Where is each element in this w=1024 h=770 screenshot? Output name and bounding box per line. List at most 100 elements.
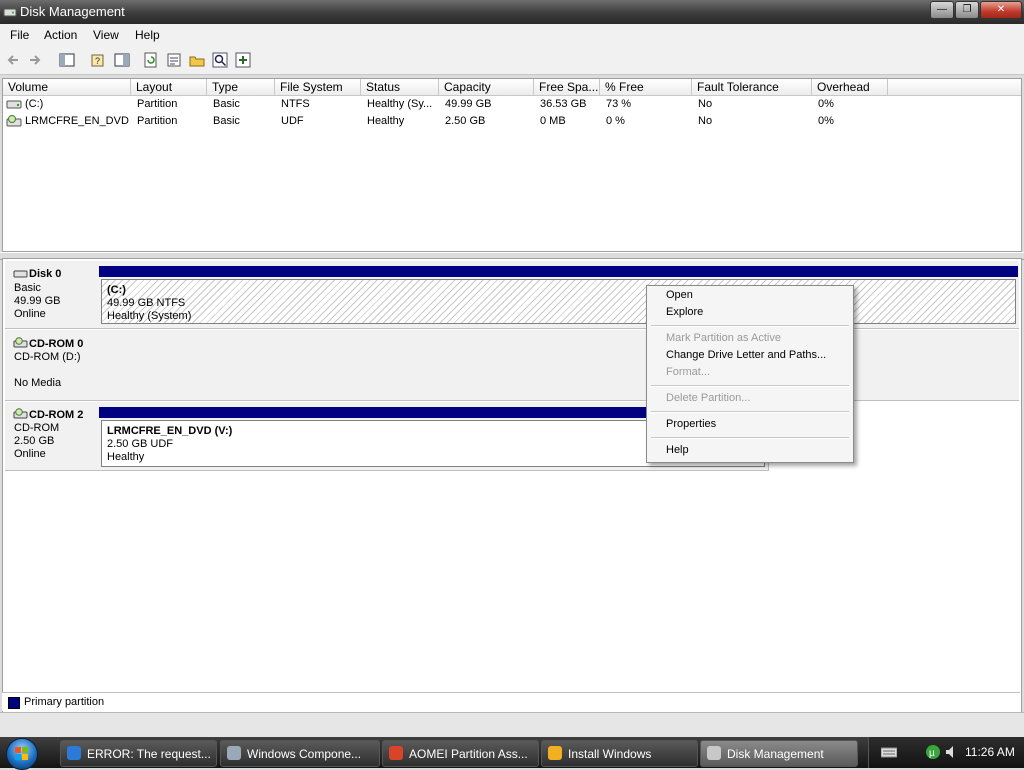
refresh-icon[interactable] <box>143 52 159 68</box>
disk-status: No Media <box>14 377 62 389</box>
status-bar <box>0 712 1024 737</box>
partition-size: 2.50 GB UDF <box>107 438 174 450</box>
menu-item-open[interactable]: Open <box>666 289 693 301</box>
menu-view[interactable]: View <box>93 28 119 42</box>
menu-action[interactable]: Action <box>44 28 77 42</box>
partition-status: Healthy (System) <box>107 310 192 322</box>
menu-item-mark-partition-active: Mark Partition as Active <box>666 332 781 344</box>
window-title: Disk Management <box>20 4 125 19</box>
context-menu: Open Explore Mark Partition as Active Ch… <box>646 285 854 463</box>
column-header-type[interactable]: Type <box>207 79 275 96</box>
column-header-fault-tolerance[interactable]: Fault Tolerance <box>692 79 812 96</box>
partition-label: (C:) <box>107 284 126 296</box>
taskbar-item-windows-components[interactable]: Windows Compone... <box>220 740 380 767</box>
clock[interactable]: 11:26 AM <box>965 745 1015 759</box>
back-arrow-icon[interactable] <box>5 52 21 68</box>
menu-item-help[interactable]: Help <box>666 444 689 456</box>
disk-management-icon <box>3 8 17 17</box>
settings-icon[interactable] <box>235 52 251 68</box>
minimize-icon: — <box>937 4 947 15</box>
cell-percent-free: 73 % <box>606 98 632 110</box>
show-pane-icon[interactable] <box>114 52 130 68</box>
open-folder-icon[interactable] <box>189 52 205 68</box>
disk-status: Online <box>14 308 46 320</box>
volume-icon[interactable] <box>945 744 959 760</box>
column-header-layout[interactable]: Layout <box>131 79 207 96</box>
ie-icon <box>67 746 81 760</box>
table-row[interactable]: LRMCFRE_EN_DVD ... Partition Basic UDF H… <box>3 114 1021 130</box>
search-icon[interactable] <box>212 52 228 68</box>
properties-icon[interactable] <box>166 52 182 68</box>
disk-label-cd-rom-2[interactable]: CD-ROM 2 CD-ROM 2.50 GB Online <box>5 402 97 471</box>
menu-separator <box>651 325 849 327</box>
column-header-status[interactable]: Status <box>361 79 439 96</box>
disk-row-cd-rom-0 <box>96 330 1019 401</box>
disk-name: Disk 0 <box>29 268 62 280</box>
taskbar-item-label: AOMEI Partition Ass... <box>409 747 528 761</box>
keyboard-icon[interactable] <box>881 746 897 758</box>
menu-file[interactable]: File <box>10 28 29 42</box>
forward-arrow-icon[interactable] <box>27 52 43 68</box>
restore-button[interactable]: ❐ <box>955 1 979 19</box>
disk-type: Basic <box>14 282 41 294</box>
windows-logo-icon <box>15 747 28 760</box>
system-tray: µ 11:26 AM <box>868 737 1024 768</box>
cell-type: Basic <box>213 98 240 110</box>
menu-item-change-drive-letter[interactable]: Change Drive Letter and Paths... <box>666 349 826 361</box>
column-header-percent-free[interactable]: % Free <box>600 79 692 96</box>
column-header-file-system[interactable]: File System <box>275 79 361 96</box>
cell-volume: LRMCFRE_EN_DVD ... <box>25 115 129 127</box>
disk-pane: Disk 0 Basic 49.99 GB Online (C:) 49.99 … <box>2 258 1022 714</box>
partition-status: Healthy <box>107 451 145 463</box>
start-button[interactable] <box>6 738 38 770</box>
taskbar-item-label: Windows Compone... <box>247 747 362 761</box>
windows-install-icon <box>548 746 562 760</box>
menu-separator <box>651 385 849 387</box>
help-topic-icon[interactable]: ? <box>90 52 106 68</box>
column-header-free-space[interactable]: Free Spa... <box>534 79 600 96</box>
taskbar-item-install-windows[interactable]: Install Windows <box>541 740 698 767</box>
cell-free-space: 0 MB <box>540 115 566 127</box>
taskbar-item-label: Disk Management <box>727 747 824 761</box>
menu-bar: File Action View Help <box>0 24 1024 46</box>
menu-separator <box>651 411 849 413</box>
column-header-capacity[interactable]: Capacity <box>439 79 534 96</box>
cell-overhead: 0% <box>818 115 834 127</box>
utorrent-icon[interactable]: µ <box>925 744 941 760</box>
menu-item-properties[interactable]: Properties <box>666 418 716 430</box>
column-header-filler <box>888 79 1021 96</box>
cd-drive-icon <box>6 115 22 127</box>
disk-label-cd-rom-0[interactable]: CD-ROM 0 CD-ROM (D:) No Media <box>5 330 97 401</box>
hard-disk-icon <box>13 270 28 278</box>
title-bar: Disk Management — ❐ ✕ <box>0 0 1024 24</box>
disk-label-disk-0[interactable]: Disk 0 Basic 49.99 GB Online <box>5 261 97 329</box>
cell-capacity: 49.99 GB <box>445 98 492 110</box>
disk-status: Online <box>14 448 46 460</box>
legend: Primary partition <box>2 692 1020 711</box>
console-tree-icon[interactable] <box>59 52 75 68</box>
menu-item-delete-partition: Delete Partition... <box>666 392 751 404</box>
column-header-overhead[interactable]: Overhead <box>812 79 888 96</box>
disk-name: CD-ROM 2 <box>29 409 84 421</box>
svg-text:µ: µ <box>929 748 935 759</box>
taskbar-item-aomei[interactable]: AOMEI Partition Ass... <box>382 740 539 767</box>
table-row[interactable]: (C:) Partition Basic NTFS Healthy (Sy...… <box>3 97 1021 113</box>
legend-label: Primary partition <box>24 696 105 708</box>
cell-overhead: 0% <box>818 98 834 110</box>
minimize-button[interactable]: — <box>930 1 954 19</box>
menu-help[interactable]: Help <box>135 28 160 42</box>
primary-partition-bar <box>99 266 1018 277</box>
cell-status: Healthy (Sy... <box>367 98 433 110</box>
taskbar-item-label: Install Windows <box>568 747 652 761</box>
partition-c[interactable]: (C:) 49.99 GB NTFS Healthy (System) <box>101 279 1016 324</box>
close-button[interactable]: ✕ <box>980 1 1022 19</box>
taskbar-item-disk-management[interactable]: Disk Management <box>700 740 858 767</box>
disk-type: CD-ROM <box>14 422 60 434</box>
disk-name: CD-ROM 0 <box>29 338 84 350</box>
toolbar: ? <box>0 46 1024 75</box>
cell-free-space: 36.53 GB <box>540 98 587 110</box>
disk-management-icon <box>707 746 721 760</box>
column-header-volume[interactable]: Volume <box>3 79 131 96</box>
menu-item-explore[interactable]: Explore <box>666 306 703 318</box>
taskbar-item-error[interactable]: ERROR: The request... <box>60 740 217 767</box>
